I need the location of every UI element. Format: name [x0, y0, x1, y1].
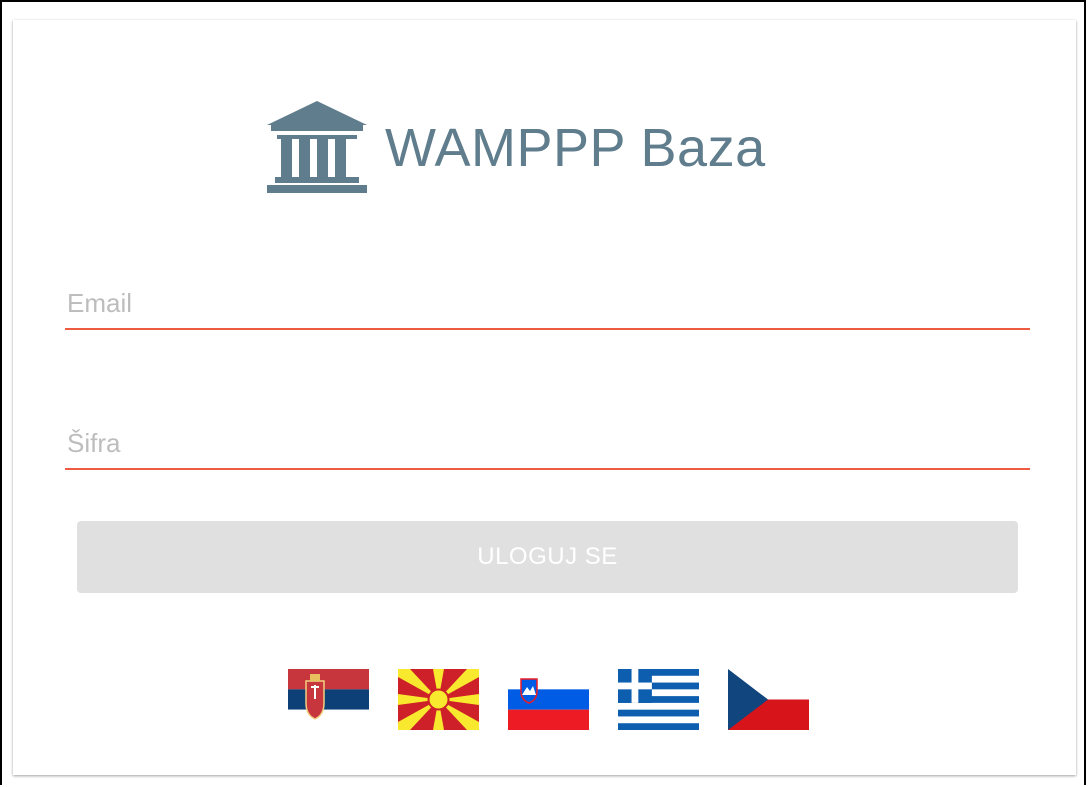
logo: WAMPPP Baza [263, 98, 766, 198]
email-input[interactable] [65, 280, 1030, 328]
login-button[interactable]: ULOGUJ SE [77, 521, 1018, 593]
language-selector [288, 669, 809, 730]
login-card: WAMPPP Baza ULOGUJ SE [13, 20, 1076, 775]
north-macedonia-flag-icon[interactable] [398, 669, 479, 730]
slovenia-flag-icon[interactable] [508, 669, 589, 730]
bank-building-icon [267, 101, 367, 193]
czech-flag-icon[interactable] [728, 669, 809, 730]
greece-flag-icon[interactable] [618, 669, 699, 730]
password-field-container [65, 420, 1030, 470]
email-field-container [65, 280, 1030, 330]
serbia-flag-icon[interactable] [288, 669, 369, 730]
app-title: WAMPPP Baza [385, 118, 766, 178]
password-input[interactable] [65, 420, 1030, 468]
